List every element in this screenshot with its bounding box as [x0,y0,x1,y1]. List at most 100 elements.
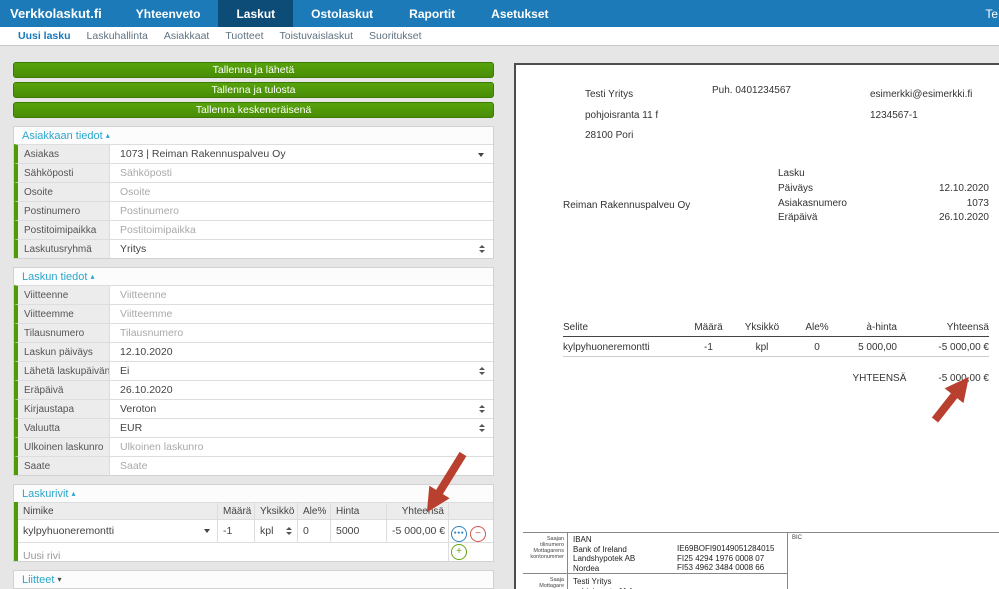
send-on-invoice-date-select[interactable]: Ei [110,362,493,380]
field-label: Postinumero [18,202,110,220]
save-and-send-button[interactable]: Tallenna ja lähetä [13,62,494,78]
expand-icon: ▾ [57,575,61,584]
invoice-lines-toggle[interactable]: Laskurivit ▴ [14,485,493,502]
field-label: Postitoimipaikka [18,221,110,239]
subnav-item-suoritukset[interactable]: Suoritukset [369,30,422,42]
your-reference-field[interactable] [120,289,473,301]
nav-user-text[interactable]: Te [985,0,999,27]
select-arrows-icon [479,367,485,375]
selected-value: EUR [120,422,142,434]
our-reference-field[interactable] [120,308,473,320]
meta-label: Päiväys [778,183,899,198]
save-as-draft-button[interactable]: Tallenna keskeneräisenä [13,102,494,118]
lines-table: Nimike Määrä Yksikkö Ale% Hinta Yhteensä… [14,502,493,561]
field-label: Asiakas [18,145,110,163]
new-line-row: + [18,542,493,561]
address-field[interactable] [120,186,473,198]
iban-line: FI53 4962 3484 0008 66 [677,563,787,573]
subnav-item-laskuhallinta[interactable]: Laskuhallinta [87,30,148,42]
remove-line-button[interactable]: − [470,526,486,542]
selected-value: Yritys [120,243,146,255]
due-date-field[interactable] [120,384,473,396]
nav-item-raportit[interactable]: Raportit [391,0,473,27]
column-header: Määrä [218,503,255,519]
quantity-input[interactable] [223,525,250,537]
cell-total: -5 000,00 € [897,342,989,353]
label-line: kontonummer [523,554,564,560]
subnav-item-toistuvaislaskut[interactable]: Toistuvaislaskut [280,30,354,42]
discount-input[interactable] [303,525,326,537]
selected-value: kylpyhuoneremontti [23,525,114,537]
subnav-item-uusi-lasku[interactable]: Uusi lasku [18,30,71,42]
save-and-print-button[interactable]: Tallenna ja tulosta [13,82,494,98]
payee-account-label: Saajan tilinumero Mottagarens kontonumme… [523,533,568,573]
product-select[interactable]: kylpyhuoneremontti [18,520,218,542]
selected-value: 1073 | Reiman Rakennuspalveu Oy [120,148,286,160]
column-header: Yhteensä [897,322,989,333]
iban-list: IE69BOFI90149051284015 FI25 4294 1976 00… [675,533,787,573]
meta-value: 1073 [899,198,989,213]
subnav-item-asiakkaat[interactable]: Asiakkaat [164,30,210,42]
form-row: Postitoimipaikka [14,220,493,239]
bank-name-list: IBAN Bank of Ireland Landshypotek AB Nor… [568,533,675,573]
billing-group-select[interactable]: Yritys [110,240,493,258]
cover-note-field[interactable] [120,460,473,472]
subnav-item-tuotteet[interactable]: Tuotteet [225,30,263,42]
main-content: Tallenna ja lähetä Tallenna ja tulosta T… [0,46,999,588]
form-row: Sähköposti [14,163,493,182]
postal-code-field[interactable] [120,205,473,217]
select-arrows-icon [479,405,485,413]
recipient-name: Reiman Rakennuspalveu Oy [563,200,690,211]
external-invoice-number-field[interactable] [120,441,473,453]
customer-section-toggle[interactable]: Asiakkaan tiedot ▴ [14,127,493,144]
form-row: Osoite [14,182,493,201]
field-label: Lähetä laskupäivänä [18,362,110,380]
section-title: Asiakkaan tiedot [22,130,103,142]
preview-total-row: YHTEENSÄ -5 000,00 € [563,373,989,384]
currency-select[interactable]: EUR [110,419,493,437]
nav-item-ostolaskut[interactable]: Ostolaskut [293,0,391,27]
entry-type-select[interactable]: Veroton [110,400,493,418]
form-row: Laskutusryhmä Yritys [14,239,493,258]
select-arrows-icon [479,245,485,253]
city-field[interactable] [120,224,473,236]
column-header: Hinta [331,503,387,519]
meta-value: 26.10.2020 [899,212,989,227]
bank-line: Nordea [573,564,675,574]
total-value: -5 000,00 € [938,373,989,384]
customer-select[interactable]: 1073 | Reiman Rakennuspalveu Oy [110,145,493,163]
company-business-id: 1234567-1 [870,106,972,127]
select-arrows-icon [286,527,292,535]
attachments-toggle[interactable]: Liitteet ▾ [14,571,493,588]
line-more-actions-button[interactable]: ●●● [451,526,467,542]
add-line-button[interactable]: + [451,544,467,560]
column-header: Määrä [686,322,731,333]
sub-nav: Uusi lasku Laskuhallinta Asiakkaat Tuott… [0,27,999,46]
preview-lines-table: Selite Määrä Yksikkö Ale% à-hinta Yhteen… [563,317,989,357]
minus-icon: − [475,529,481,539]
field-label: Valuutta [18,419,110,437]
invoice-date-field[interactable] [120,346,473,358]
selected-value: Ei [120,365,129,377]
invoice-lines-section: Laskurivit ▴ Nimike Määrä Yksikkö Ale% H… [13,484,494,562]
payee-address: Testi Yritys pohjoisranta 11 f [568,574,787,589]
email-field[interactable] [120,167,473,179]
unit-select[interactable]: kpl [255,520,298,542]
company-email: esimerkki@esimerkki.fi [870,85,972,106]
nav-item-asetukset[interactable]: Asetukset [473,0,566,27]
invoice-details-toggle[interactable]: Laskun tiedot ▴ [14,268,493,285]
invoice-preview: Testi Yritys pohjoisranta 11 f 28100 Por… [514,63,999,589]
iban-line: IE69BOFI90149051284015 [677,544,787,554]
nav-item-laskut[interactable]: Laskut [218,0,293,27]
brand-logo[interactable]: Verkkolaskut.fi [0,0,118,27]
cell-quantity: -1 [686,342,731,353]
price-input[interactable] [336,525,382,537]
collapse-icon: ▴ [106,131,110,140]
order-number-field[interactable] [120,327,473,339]
payee-label: Saaja Mottagare [523,574,568,589]
nav-item-yhteenveto[interactable]: Yhteenveto [118,0,219,27]
new-row-input[interactable] [23,550,444,561]
meta-label: Asiakasnumero [778,198,899,213]
cell-unit-price: 5 000,00 [841,342,897,353]
field-label: Viitteenne [18,286,110,304]
